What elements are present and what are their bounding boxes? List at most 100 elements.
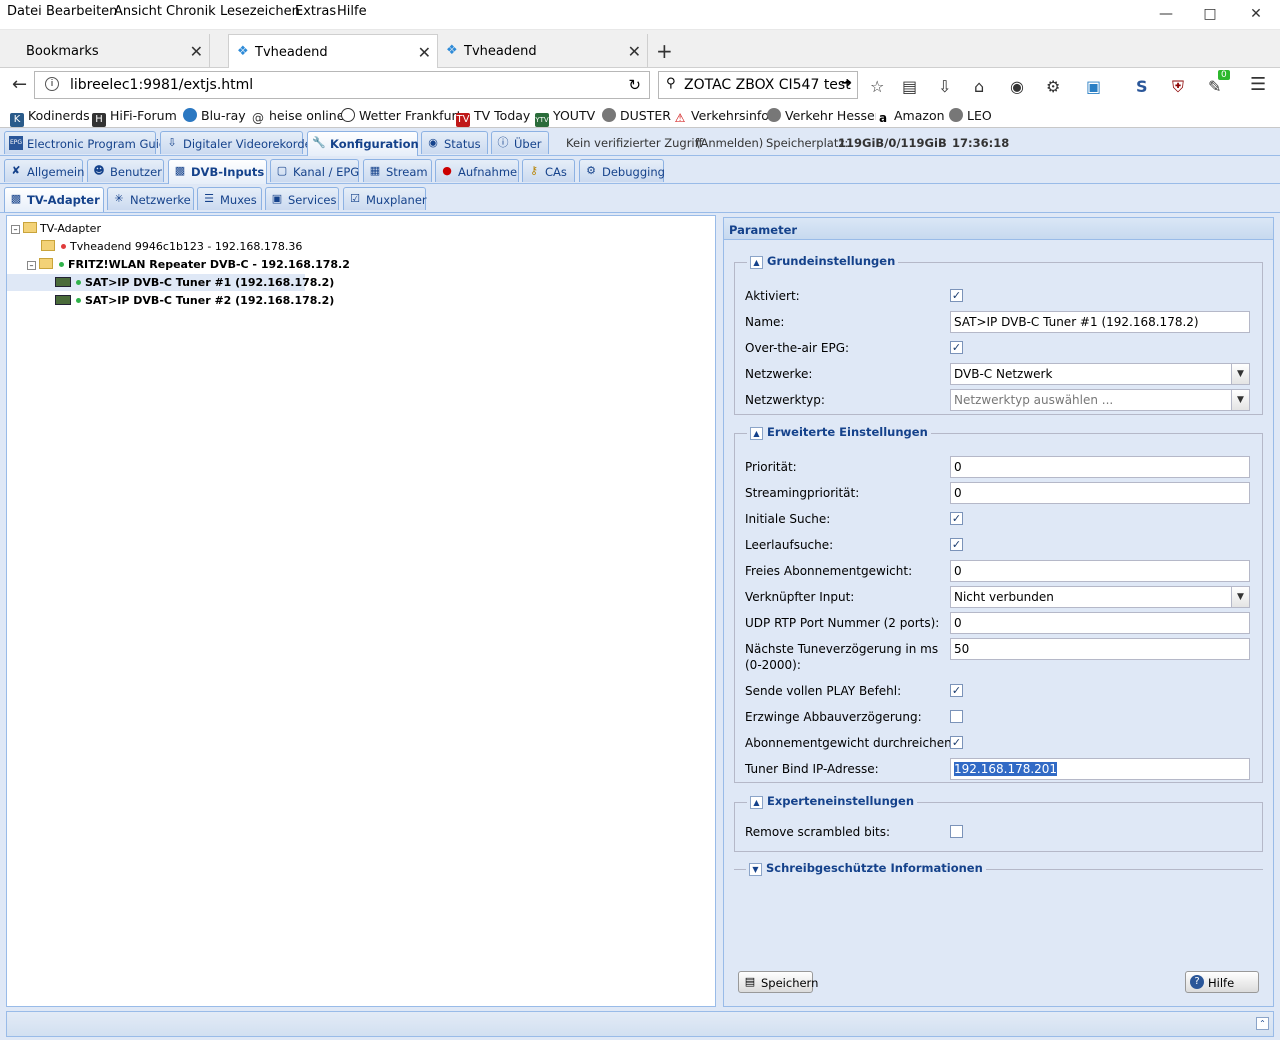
expand-icon[interactable]: ▼ xyxy=(749,863,762,876)
tree-root[interactable]: – TV-Adapter xyxy=(11,220,101,237)
menu-lesezeichen[interactable]: Lesezeichen xyxy=(220,4,300,19)
search-bar[interactable]: ⚲ ZOTAC ZBOX CI547 test ➔ xyxy=(658,71,858,99)
bookmark-bluray[interactable]: Blu-ray xyxy=(183,108,246,123)
search-go-icon[interactable]: ➔ xyxy=(841,76,852,91)
extension-icon[interactable]: ⚙ xyxy=(1046,77,1060,96)
legend-expert[interactable]: ▲ Experteneinstellungen xyxy=(747,794,918,809)
collapse-icon[interactable]: ▲ xyxy=(750,427,763,440)
bookmark-leo[interactable]: LEO xyxy=(949,108,992,123)
extension-s-icon[interactable]: ▣ xyxy=(1086,77,1101,96)
bookmark-tvtoday[interactable]: TV TV Today xyxy=(456,108,530,127)
tab-tv-adapter[interactable]: ▩ TV-Adapter xyxy=(4,187,104,212)
ota-epg-checkbox[interactable]: ✓ xyxy=(950,341,963,354)
tree-node-fritz[interactable]: – FRITZ!WLAN Repeater DVB-C - 192.168.178… xyxy=(27,256,350,273)
tab-tvheadend[interactable]: ❖ Tvheadend ✕ xyxy=(438,34,648,68)
home-icon[interactable]: ⌂ xyxy=(974,77,984,96)
bookmark-heise[interactable]: @ heise online xyxy=(251,108,344,125)
tab-dvb-inputs[interactable]: ▩ DVB-Inputs xyxy=(168,159,267,184)
tree-node-tuner1[interactable]: SAT>IP DVB-C Tuner #1 (192.168.178.2) xyxy=(7,274,334,291)
tab-netzwerke[interactable]: ✳ Netzwerke xyxy=(107,187,194,210)
save-button[interactable]: ▤ Speichern xyxy=(738,971,818,993)
collapse-icon[interactable]: – xyxy=(11,225,20,234)
collapse-icon[interactable]: – xyxy=(27,261,36,270)
tree-node-tvheadend[interactable]: Tvheadend 9946c1b123 - 192.168.178.36 xyxy=(41,238,302,255)
pocket-icon[interactable]: ◉ xyxy=(1010,77,1024,96)
tab-status[interactable]: ◉ Status xyxy=(421,131,488,154)
hamburger-menu-icon[interactable]: ☰ xyxy=(1250,74,1266,95)
collapse-icon[interactable]: ▲ xyxy=(750,256,763,269)
bookmark-wetter[interactable]: Wetter Frankfurt xyxy=(341,108,462,123)
bookmark-amazon[interactable]: a Amazon xyxy=(876,108,945,125)
expand-up-icon[interactable]: ⌃ xyxy=(1256,1017,1269,1030)
pass-weight-checkbox[interactable]: ✓ xyxy=(950,736,963,749)
tab-tvheadend-active[interactable]: ❖ Tvheadend ✕ xyxy=(228,34,438,69)
tab-epg[interactable]: EPG Electronic Program Guide xyxy=(4,131,173,154)
ublock-icon[interactable]: ⛨ xyxy=(1172,77,1184,97)
url-bar[interactable]: i libreelec1:9981/extjs.html ↻ xyxy=(34,71,650,99)
bind-ip-field[interactable]: 192.168.178.201 xyxy=(950,758,1250,780)
extension-s2-icon[interactable]: S xyxy=(1136,77,1148,96)
download-icon[interactable]: ⇩ xyxy=(938,77,951,96)
linked-input-select[interactable]: Nicht verbunden ▼ xyxy=(950,586,1250,608)
close-tab-icon[interactable]: ✕ xyxy=(628,42,641,61)
close-tab-icon[interactable]: ✕ xyxy=(418,43,431,62)
tab-dvr[interactable]: ⇩ Digitaler Videorekorder xyxy=(160,131,316,154)
chevron-down-icon[interactable]: ▼ xyxy=(1231,390,1249,410)
chevron-down-icon[interactable]: ▼ xyxy=(1231,364,1249,384)
tab-muxplaner[interactable]: ☑ Muxplaner xyxy=(343,187,427,210)
enabled-checkbox[interactable]: ✓ xyxy=(950,289,963,302)
bookmark-youtv[interactable]: YTV YOUTV xyxy=(535,108,595,127)
tab-allgemein[interactable]: ✘ Allgemein xyxy=(4,159,84,182)
tab-debugging[interactable]: ⚙ Debugging xyxy=(579,159,665,182)
priority-field[interactable]: 0 xyxy=(950,456,1250,478)
teardown-delay-checkbox[interactable] xyxy=(950,710,963,723)
bookmark-verkehr-hessen[interactable]: Verkehr Hessen xyxy=(767,108,883,123)
bookmark-kodinerds[interactable]: K Kodinerds xyxy=(10,108,90,127)
chevron-down-icon[interactable]: ▼ xyxy=(1231,587,1249,607)
tab-konfiguration[interactable]: 🔧 Konfiguration xyxy=(307,131,419,156)
reading-list-icon[interactable]: ▤ xyxy=(902,77,917,96)
tab-kanal-epg[interactable]: ▢ Kanal / EPG xyxy=(270,159,359,182)
scrambled-bits-checkbox[interactable] xyxy=(950,825,963,838)
login-link[interactable]: (Anmelden) xyxy=(696,136,763,150)
bookmark-hififorum[interactable]: H HiFi-Forum xyxy=(92,108,177,127)
collapse-icon[interactable]: ▲ xyxy=(750,796,763,809)
help-button[interactable]: ? Hilfe xyxy=(1185,971,1259,993)
legend-advanced[interactable]: ▲ Erweiterte Einstellungen xyxy=(747,425,931,440)
tab-services[interactable]: ▣ Services xyxy=(265,187,339,210)
tab-benutzer[interactable]: ☻ Benutzer xyxy=(87,159,164,182)
nettype-select[interactable]: Netzwerktyp auswählen ... ▼ xyxy=(950,389,1250,411)
tab-muxes[interactable]: ☰ Muxes xyxy=(197,187,262,210)
reload-icon[interactable]: ↻ xyxy=(628,76,641,94)
initial-scan-checkbox[interactable]: ✓ xyxy=(950,512,963,525)
menu-chronik[interactable]: Chronik xyxy=(166,4,216,19)
networks-select[interactable]: DVB-C Netzwerk ▼ xyxy=(950,363,1250,385)
streaming-priority-field[interactable]: 0 xyxy=(950,482,1250,504)
close-tab-icon[interactable]: ✕ xyxy=(190,42,203,61)
tab-bookmarks[interactable]: Bookmarks ✕ xyxy=(0,34,210,68)
menu-extras[interactable]: Extras xyxy=(295,4,336,19)
new-tab-icon[interactable]: + xyxy=(656,39,673,63)
udp-port-field[interactable]: 0 xyxy=(950,612,1250,634)
menu-bearbeiten[interactable]: Bearbeiten xyxy=(46,4,117,19)
info-icon[interactable]: i xyxy=(45,77,59,91)
minimize-icon[interactable]: — xyxy=(1156,6,1176,26)
bookmark-duster[interactable]: DUSTER xyxy=(602,108,671,123)
idle-scan-checkbox[interactable]: ✓ xyxy=(950,538,963,551)
legend-readonly[interactable]: ▼ Schreibgeschützte Informationen xyxy=(746,861,986,876)
tab-stream[interactable]: ▦ Stream xyxy=(363,159,432,182)
bookmark-verkehrsinfo[interactable]: ⚠ Verkehrsinfo xyxy=(673,108,769,125)
close-window-icon[interactable]: ✕ xyxy=(1246,6,1266,26)
tree-node-tuner2[interactable]: SAT>IP DVB-C Tuner #2 (192.168.178.2) xyxy=(55,292,334,309)
menu-datei[interactable]: Datei xyxy=(7,4,42,19)
legend-basic[interactable]: ▲ Grundeinstellungen xyxy=(747,254,899,269)
star-icon[interactable]: ☆ xyxy=(870,77,884,96)
free-weight-field[interactable]: 0 xyxy=(950,560,1250,582)
menu-ansicht[interactable]: Ansicht xyxy=(114,4,162,19)
back-icon[interactable]: ← xyxy=(12,74,27,95)
play-command-checkbox[interactable]: ✓ xyxy=(950,684,963,697)
menu-hilfe[interactable]: Hilfe xyxy=(337,4,367,19)
maximize-icon[interactable]: □ xyxy=(1200,6,1220,26)
tab-ueber[interactable]: ⓘ Über xyxy=(491,131,549,154)
tab-cas[interactable]: ⚷ CAs xyxy=(522,159,575,182)
